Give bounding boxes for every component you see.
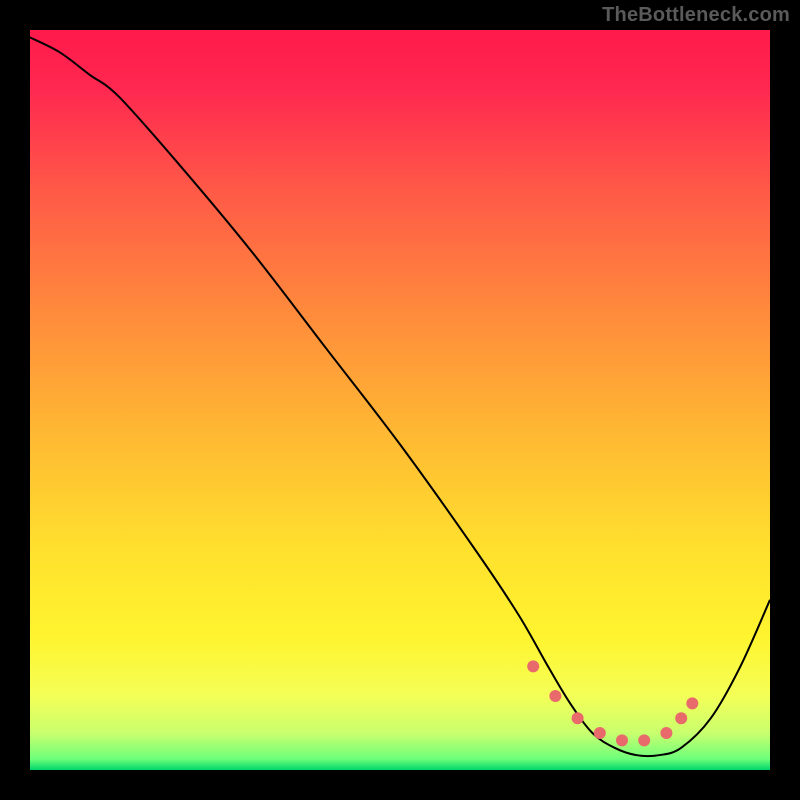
valley-dot [594, 727, 606, 739]
valley-dot [549, 690, 561, 702]
valley-dot [638, 734, 650, 746]
valley-dot [675, 712, 687, 724]
valley-dot [527, 660, 539, 672]
valley-dot [616, 734, 628, 746]
plot-background [30, 30, 770, 770]
bottleneck-chart [0, 0, 800, 800]
valley-dot [660, 727, 672, 739]
attribution-label: TheBottleneck.com [602, 4, 790, 27]
chart-frame: TheBottleneck.com [0, 0, 800, 800]
valley-dot [572, 712, 584, 724]
valley-dot [686, 697, 698, 709]
